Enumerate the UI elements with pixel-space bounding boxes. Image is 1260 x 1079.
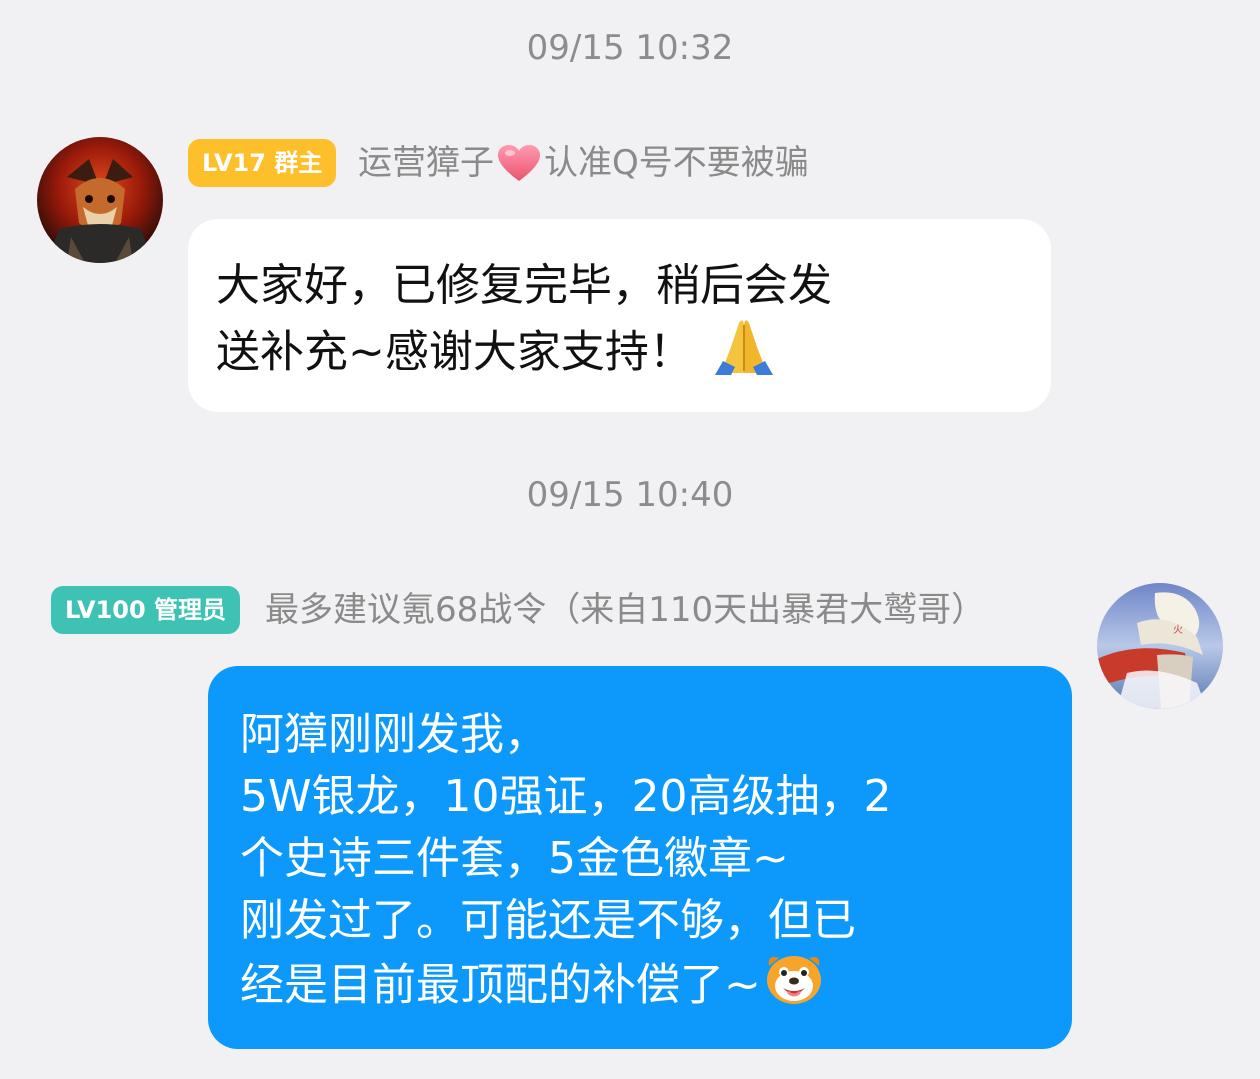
message-text-line: 送补充~感谢大家支持！ bbox=[216, 317, 1023, 392]
message-text-segment: 送补充~感谢大家支持！ bbox=[216, 326, 693, 378]
fox-warrior-avatar-icon bbox=[37, 137, 163, 263]
owner-badge: LV17 群主 bbox=[188, 139, 337, 187]
sender-name[interactable]: 最多建议氪68战令（来自110天出暴君大鹫哥） bbox=[265, 586, 985, 634]
sender-name-suffix: 认准Q号不要被骗 bbox=[544, 143, 809, 183]
message-bubble[interactable]: 阿獐刚刚发我， 5W银龙，10强证，20高级抽，2 个史诗三件套，5金色徽章~ … bbox=[208, 666, 1072, 1049]
message-bubble[interactable]: 大家好，已修复完毕，稍后会发 送补充~感谢大家支持！ bbox=[188, 219, 1051, 412]
folded-hands-icon bbox=[713, 317, 775, 392]
message-timestamp: 09/15 10:40 bbox=[526, 475, 734, 515]
dog-face-icon bbox=[765, 952, 823, 1023]
svg-text:火: 火 bbox=[1173, 624, 1183, 636]
anime-character-avatar-icon: 火 bbox=[1097, 583, 1223, 709]
sender-name-text: 运营獐子 bbox=[358, 143, 494, 183]
message-timestamp: 09/15 10:32 bbox=[526, 28, 734, 68]
message-text-line: 阿獐刚刚发我， bbox=[240, 709, 548, 760]
sender-avatar[interactable] bbox=[37, 137, 163, 263]
message-text-segment: 经是目前最顶配的补偿了~ bbox=[240, 959, 761, 1011]
message-text-line: 经是目前最顶配的补偿了~ bbox=[240, 952, 1042, 1023]
my-avatar[interactable]: 火 bbox=[1097, 583, 1223, 709]
message-text-line: 5W银龙，10强证，20高级抽，2 bbox=[240, 771, 892, 822]
heart-icon bbox=[496, 143, 542, 183]
admin-badge: LV100 管理员 bbox=[51, 586, 241, 634]
sender-name[interactable]: 运营獐子 认准Q号不要被骗 bbox=[358, 139, 809, 187]
message-text-line: 刚发过了。可能还是不够，但已 bbox=[240, 895, 856, 946]
message-text-line: 大家好，已修复完毕，稍后会发 bbox=[216, 260, 832, 311]
message-text-line: 个史诗三件套，5金色徽章~ bbox=[240, 833, 789, 884]
